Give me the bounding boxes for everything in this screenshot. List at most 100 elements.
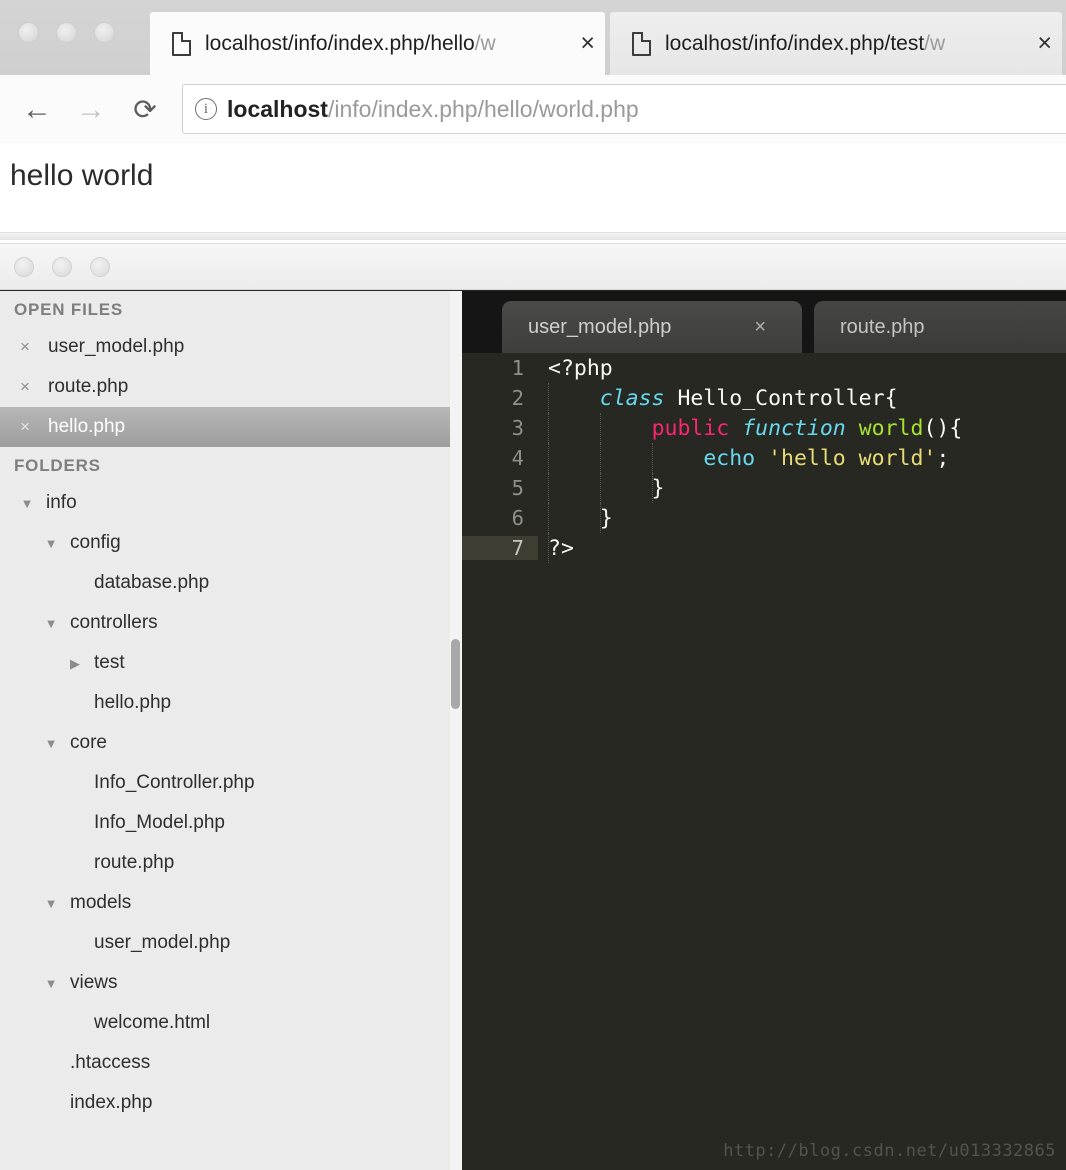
tree-item-label: config <box>70 532 121 553</box>
chevron-down-icon[interactable]: ▼ <box>42 897 60 910</box>
code-line[interactable]: 4 echo 'hello world'; <box>462 443 1066 473</box>
code-line[interactable]: 3 public function world(){ <box>462 413 1066 443</box>
editor-tab-route[interactable]: route.php <box>814 301 1066 353</box>
chevron-down-icon[interactable]: ▼ <box>18 497 36 510</box>
folders-header: FOLDERS <box>14 456 101 475</box>
chevron-down-icon[interactable]: ▼ <box>42 537 60 550</box>
code-line[interactable]: 5 } <box>462 473 1066 503</box>
address-bar[interactable]: i localhost/info/index.php/hello/world.p… <box>182 84 1066 134</box>
tree-file-item[interactable]: ▼ welcome.html <box>0 1003 450 1043</box>
tree-folder-item[interactable]: ▼ config <box>0 523 450 563</box>
watermark-text: http://blog.csdn.net/u013332865 <box>723 1141 1056 1161</box>
open-files-list: × user_model.php × route.php × hello.php <box>0 327 450 447</box>
code-text: public function world(){ <box>538 416 1066 441</box>
tree-item-label: controllers <box>70 612 158 633</box>
browser-minimize-button[interactable] <box>56 22 77 43</box>
code-line[interactable]: 2 class Hello_Controller{ <box>462 383 1066 413</box>
close-icon[interactable]: × <box>20 337 38 357</box>
indent-guide <box>548 503 549 533</box>
code-token: public <box>651 415 730 441</box>
code-line[interactable]: 1 <?php <box>462 353 1066 383</box>
indent-guide <box>600 503 601 533</box>
reload-icon[interactable]: ⟳ <box>118 89 172 131</box>
tree-file-item[interactable]: ▼ route.php <box>0 843 450 883</box>
browser-close-button[interactable] <box>18 22 39 43</box>
tree-indent-spacer: ▼ <box>66 697 84 710</box>
code-token: Hello_Controller <box>677 385 885 411</box>
tree-folder-item[interactable]: ▼ views <box>0 963 450 1003</box>
page-icon <box>172 31 191 56</box>
open-files-header: OPEN FILES <box>14 300 124 319</box>
editor-close-button[interactable] <box>14 257 34 277</box>
sidebar-scrollbar-track[interactable] <box>450 291 462 1170</box>
code-token: } <box>548 505 613 531</box>
tree-folder-item[interactable]: ▼ core <box>0 723 450 763</box>
code-text: } <box>538 506 1066 531</box>
tree-folder-item[interactable]: ▼ info <box>0 483 450 523</box>
tree-file-item[interactable]: ▼ index.php <box>0 1083 450 1123</box>
browser-tab-1-title: localhost/info/index.php/hello/w <box>205 31 496 55</box>
editor-minimize-button[interactable] <box>52 257 72 277</box>
close-icon[interactable]: × <box>20 377 38 397</box>
code-token: <?php <box>548 355 613 381</box>
line-number: 3 <box>511 416 524 440</box>
tree-indent-spacer: ▼ <box>66 777 84 790</box>
indent-guide <box>652 473 653 503</box>
editor-zoom-button[interactable] <box>90 257 110 277</box>
indent-guide <box>548 473 549 503</box>
chevron-down-icon[interactable]: ▼ <box>42 737 60 750</box>
open-file-item[interactable]: × route.php <box>0 367 450 407</box>
code-token: ; <box>936 445 950 471</box>
tree-file-item[interactable]: ▼ Info_Model.php <box>0 803 450 843</box>
tree-folder-item[interactable]: ▼ controllers <box>0 603 450 643</box>
site-info-icon[interactable]: i <box>195 98 217 120</box>
tree-file-item[interactable]: ▼ Info_Controller.php <box>0 763 450 803</box>
tree-indent-spacer: ▼ <box>66 857 84 870</box>
browser-window-controls[interactable] <box>18 22 115 43</box>
open-file-item[interactable]: × hello.php <box>0 407 450 447</box>
tree-file-item[interactable]: ▼ database.php <box>0 563 450 603</box>
code-editor[interactable]: 1 <?php 2 class Hello_Controller{3 public … <box>462 353 1066 1170</box>
tree-file-item[interactable]: ▼ hello.php <box>0 683 450 723</box>
editor-window: OPEN FILES × user_model.php × route.php × hel… <box>0 243 1066 1170</box>
browser-tab-2-close-icon[interactable]: × <box>1037 31 1052 56</box>
tree-item-label: core <box>70 732 107 753</box>
tree-folder-item[interactable]: ▼ models <box>0 883 450 923</box>
code-text: ?> <box>538 536 1066 561</box>
editor-tab-close-icon[interactable]: × <box>754 316 786 339</box>
sidebar-scrollbar-thumb[interactable] <box>451 639 460 709</box>
chevron-down-icon[interactable]: ▼ <box>42 977 60 990</box>
browser-tab-1[interactable]: localhost/info/index.php/hello/w × <box>150 12 605 75</box>
editor-sidebar: OPEN FILES × user_model.php × route.php × hel… <box>0 291 450 1170</box>
code-line[interactable]: 6 } <box>462 503 1066 533</box>
editor-tab-user-model[interactable]: user_model.php × <box>502 301 802 353</box>
open-file-item[interactable]: × user_model.php <box>0 327 450 367</box>
line-number: 4 <box>511 446 524 470</box>
address-bar-url: localhost/info/index.php/hello/world.php <box>227 95 639 122</box>
page-heading: hello world <box>10 159 154 192</box>
forward-icon[interactable]: → <box>64 89 118 131</box>
tree-file-item[interactable]: ▼ .htaccess <box>0 1043 450 1083</box>
browser-tab-2[interactable]: localhost/info/index.php/test/w × <box>610 12 1062 75</box>
back-icon[interactable]: ← <box>10 89 64 131</box>
tree-file-item[interactable]: ▼ user_model.php <box>0 923 450 963</box>
editor-pane: user_model.php × route.php 1 <?php 2 class… <box>462 291 1066 1170</box>
chevron-right-icon[interactable]: ▶ <box>66 657 84 670</box>
tree-item-label: index.php <box>70 1092 153 1113</box>
tree-item-label: user_model.php <box>94 932 231 953</box>
open-file-label: hello.php <box>48 416 126 437</box>
code-line[interactable]: 7 ?> <box>462 533 1066 563</box>
tree-item-label: .htaccess <box>70 1052 151 1073</box>
navigation-buttons: ← → ⟳ <box>10 89 172 131</box>
browser-tab-1-close-icon[interactable]: × <box>580 31 595 56</box>
editor-window-controls[interactable] <box>14 257 110 277</box>
browser-window: localhost/info/index.php/hello/w × local… <box>0 0 1066 240</box>
indent-guide <box>548 413 549 443</box>
close-icon[interactable]: × <box>20 417 38 437</box>
tree-folder-item[interactable]: ▶ test <box>0 643 450 683</box>
line-number: 6 <box>511 506 524 530</box>
browser-zoom-button[interactable] <box>94 22 115 43</box>
chevron-down-icon[interactable]: ▼ <box>42 617 60 630</box>
code-text: } <box>538 476 1066 501</box>
